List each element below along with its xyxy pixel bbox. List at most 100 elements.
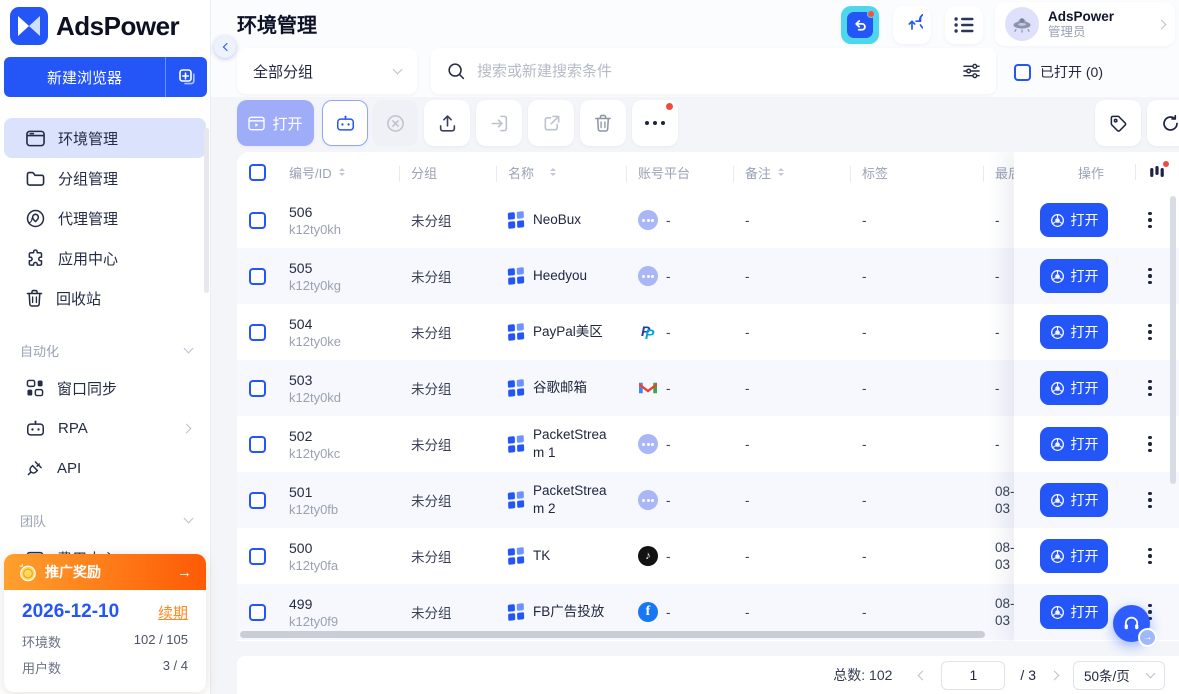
search-input[interactable] bbox=[477, 63, 951, 80]
chevron-down-icon bbox=[184, 513, 194, 523]
share-button[interactable] bbox=[528, 100, 574, 146]
group-filter-select[interactable]: 全部分组 bbox=[237, 48, 417, 94]
env-tag: - bbox=[862, 269, 995, 284]
prev-page-icon[interactable] bbox=[918, 670, 928, 680]
env-seq: 504 bbox=[289, 315, 411, 333]
browser-logo-icon bbox=[1050, 213, 1065, 228]
pagination-bar: 总数: 102 / 3 50条/页 bbox=[237, 656, 1179, 694]
open-environment-button[interactable]: 打开 bbox=[1040, 483, 1108, 517]
env-id: k12ty0fa bbox=[289, 558, 338, 573]
browser-logo-icon bbox=[1050, 269, 1065, 284]
env-group: 未分组 bbox=[411, 602, 508, 622]
close-environments-button[interactable] bbox=[372, 100, 418, 146]
opened-filter[interactable]: 已打开 (0) bbox=[1014, 62, 1103, 82]
filter-sliders-icon[interactable] bbox=[963, 63, 980, 79]
notification-dot bbox=[867, 10, 875, 18]
sort-icon[interactable] bbox=[339, 165, 345, 179]
more-actions-button[interactable] bbox=[632, 100, 678, 146]
sidebar-item-groups[interactable]: 分组管理 bbox=[4, 158, 206, 198]
open-environment-button[interactable]: 打开 bbox=[1040, 259, 1108, 293]
new-browser-plus-icon[interactable] bbox=[165, 57, 207, 97]
vertical-scrollbar[interactable] bbox=[1170, 196, 1176, 484]
open-environment-button[interactable]: 打开 bbox=[1040, 595, 1108, 629]
env-note: - bbox=[745, 549, 862, 564]
column-settings-icon[interactable] bbox=[1149, 164, 1165, 180]
section-automation[interactable]: 自动化 bbox=[4, 332, 206, 368]
row-checkbox[interactable] bbox=[249, 436, 266, 453]
row-more-menu[interactable] bbox=[1144, 488, 1156, 513]
tag-button[interactable] bbox=[1095, 100, 1141, 146]
select-all-checkbox[interactable] bbox=[249, 164, 266, 181]
row-checkbox[interactable] bbox=[249, 268, 266, 285]
sync-button[interactable] bbox=[893, 6, 931, 44]
page-input[interactable] bbox=[941, 661, 1005, 690]
opened-checkbox[interactable] bbox=[1014, 64, 1031, 81]
rpa-task-button[interactable] bbox=[322, 100, 368, 146]
next-page-icon[interactable] bbox=[1050, 670, 1060, 680]
browser-logo-icon bbox=[1050, 605, 1065, 620]
row-checkbox[interactable] bbox=[249, 324, 266, 341]
row-more-menu[interactable] bbox=[1144, 320, 1156, 345]
sort-icon[interactable] bbox=[550, 165, 556, 179]
renew-link[interactable]: 续期 bbox=[158, 602, 188, 623]
row-more-menu[interactable] bbox=[1144, 432, 1156, 457]
import-button[interactable] bbox=[476, 100, 522, 146]
task-list-button[interactable] bbox=[945, 6, 983, 44]
row-checkbox[interactable] bbox=[249, 548, 266, 565]
open-environment-button[interactable]: 打开 bbox=[1040, 539, 1108, 573]
col-note[interactable]: 备注 bbox=[745, 163, 862, 182]
platform-account: - bbox=[666, 605, 671, 620]
sidebar-item-window-sync[interactable]: 窗口同步 bbox=[4, 368, 206, 408]
row-checkbox[interactable] bbox=[249, 380, 266, 397]
sidebar-item-recycle-bin[interactable]: 回收站 bbox=[4, 278, 206, 318]
row-more-menu[interactable] bbox=[1144, 544, 1156, 569]
sort-icon[interactable] bbox=[778, 165, 784, 179]
open-environment-button[interactable]: 打开 bbox=[1040, 203, 1108, 237]
sidebar-item-proxies[interactable]: 代理管理 bbox=[4, 198, 206, 238]
env-id: k12ty0kc bbox=[289, 446, 340, 461]
env-seq: 503 bbox=[289, 371, 411, 389]
row-more-menu[interactable] bbox=[1144, 264, 1156, 289]
page-size-select[interactable]: 50条/页 bbox=[1073, 661, 1165, 690]
avatar bbox=[1005, 7, 1039, 41]
facebook-icon: f bbox=[638, 602, 658, 622]
section-team[interactable]: 团队 bbox=[4, 502, 206, 538]
env-note: - bbox=[745, 325, 862, 340]
sidebar-item-api[interactable]: API bbox=[4, 448, 206, 488]
col-name[interactable]: 名称 bbox=[508, 163, 638, 182]
share-icon bbox=[542, 114, 561, 133]
env-note: - bbox=[745, 269, 862, 284]
trash-icon bbox=[26, 289, 43, 308]
sidebar-scrollbar[interactable] bbox=[204, 128, 209, 293]
env-name: NeoBux bbox=[533, 211, 581, 229]
open-selected-button[interactable]: 打开 bbox=[237, 100, 314, 146]
sidebar-item-rpa[interactable]: RPA bbox=[4, 408, 206, 448]
row-actions: 打开 bbox=[1014, 528, 1179, 584]
sidebar-item-environments[interactable]: 环境管理 bbox=[4, 118, 206, 158]
col-tag: 标签 bbox=[862, 163, 995, 182]
env-tag: - bbox=[862, 213, 995, 228]
open-environment-button[interactable]: 打开 bbox=[1040, 371, 1108, 405]
export-upload-button[interactable] bbox=[424, 100, 470, 146]
support-button[interactable]: → bbox=[1113, 605, 1150, 642]
coin-icon bbox=[18, 563, 37, 582]
adspower-logo-icon bbox=[10, 7, 48, 45]
delete-button[interactable] bbox=[580, 100, 626, 146]
row-checkbox[interactable] bbox=[249, 212, 266, 229]
quick-launch-button[interactable] bbox=[841, 6, 879, 44]
open-environment-button[interactable]: 打开 bbox=[1040, 315, 1108, 349]
actions-header: 操作 bbox=[1014, 152, 1179, 192]
row-more-menu[interactable] bbox=[1144, 208, 1156, 233]
new-browser-button[interactable]: 新建浏览器 bbox=[4, 57, 207, 97]
col-id[interactable]: 编号/ID bbox=[289, 163, 411, 182]
row-checkbox[interactable] bbox=[249, 492, 266, 509]
sidebar-collapse-button[interactable] bbox=[214, 36, 236, 58]
account-menu[interactable]: AdsPower 管理员 bbox=[995, 2, 1175, 46]
open-environment-button[interactable]: 打开 bbox=[1040, 427, 1108, 461]
sidebar-item-apps[interactable]: 应用中心 bbox=[4, 238, 206, 278]
refresh-button[interactable] bbox=[1147, 100, 1179, 146]
horizontal-scrollbar[interactable] bbox=[240, 631, 985, 638]
promo-banner[interactable]: 推广奖励 → bbox=[4, 554, 206, 590]
row-checkbox[interactable] bbox=[249, 604, 266, 621]
row-more-menu[interactable] bbox=[1144, 376, 1156, 401]
